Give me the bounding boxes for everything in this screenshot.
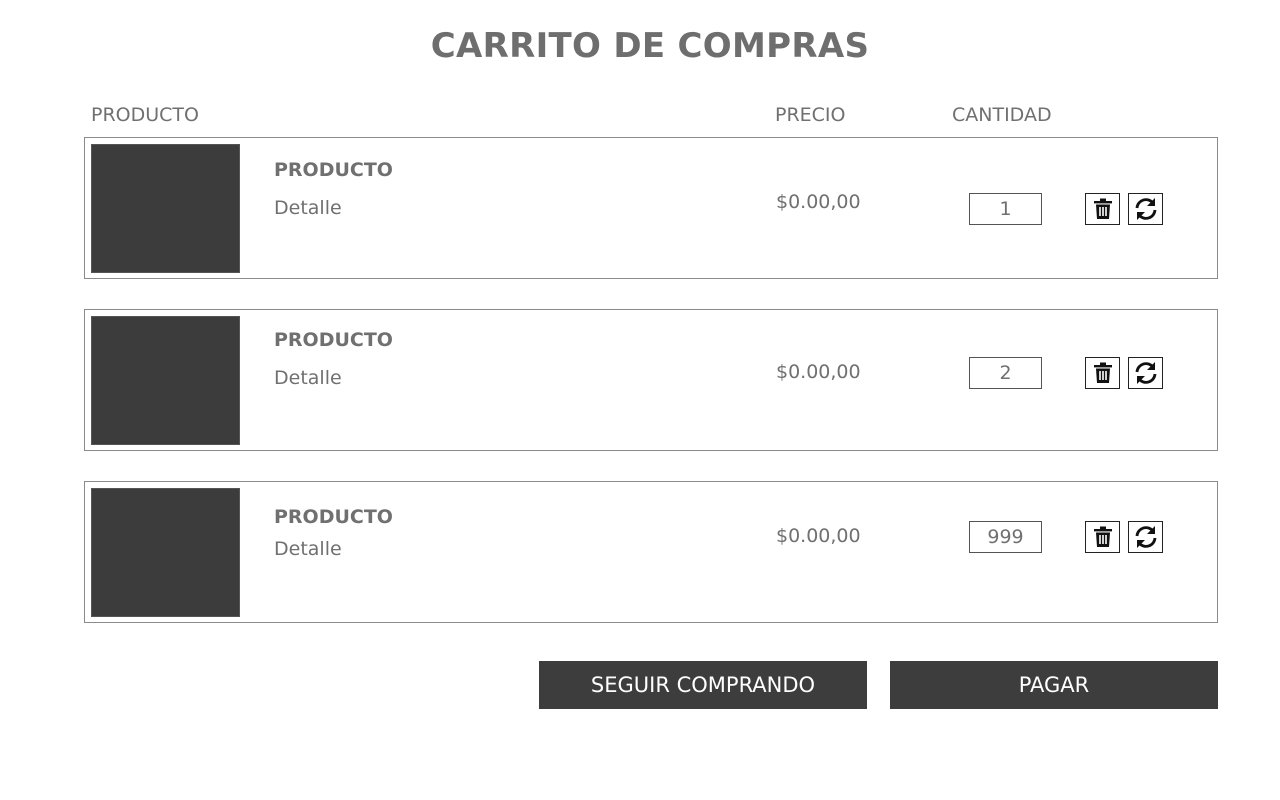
update-item-button[interactable]	[1128, 357, 1163, 389]
refresh-icon	[1135, 526, 1156, 548]
product-name: PRODUCTO	[274, 159, 393, 181]
column-header-price: PRECIO	[775, 104, 846, 126]
product-price: $0.00,00	[776, 361, 861, 383]
product-thumbnail	[91, 316, 240, 445]
cart-item: PRODUCTO Detalle $0.00,00	[84, 309, 1218, 451]
delete-item-button[interactable]	[1085, 521, 1120, 553]
refresh-icon	[1135, 362, 1156, 384]
delete-item-button[interactable]	[1085, 193, 1120, 225]
update-item-button[interactable]	[1128, 193, 1163, 225]
continue-shopping-button[interactable]: SEGUIR COMPRANDO	[539, 661, 867, 709]
quantity-input[interactable]	[969, 521, 1042, 553]
product-detail: Detalle	[274, 538, 342, 560]
cart-item: PRODUCTO Detalle $0.00,00	[84, 481, 1218, 623]
product-thumbnail	[91, 144, 240, 273]
quantity-input[interactable]	[969, 193, 1042, 225]
update-item-button[interactable]	[1128, 521, 1163, 553]
product-thumbnail	[91, 488, 240, 617]
column-header-product: PRODUCTO	[91, 104, 199, 126]
cart-page: CARRITO DE COMPRAS PRODUCTO PRECIO CANTI…	[0, 0, 1280, 800]
cart-item: PRODUCTO Detalle $0.00,00	[84, 137, 1218, 279]
trash-icon	[1093, 526, 1112, 547]
product-name: PRODUCTO	[274, 506, 393, 528]
product-price: $0.00,00	[776, 191, 861, 213]
quantity-input[interactable]	[969, 357, 1042, 389]
trash-icon	[1093, 198, 1112, 219]
product-price: $0.00,00	[776, 525, 861, 547]
delete-item-button[interactable]	[1085, 357, 1120, 389]
pay-button[interactable]: PAGAR	[890, 661, 1218, 709]
product-detail: Detalle	[274, 197, 342, 219]
product-name: PRODUCTO	[274, 329, 393, 351]
page-title: CARRITO DE COMPRAS	[430, 26, 870, 66]
product-detail: Detalle	[274, 367, 342, 389]
trash-icon	[1093, 362, 1112, 383]
column-header-quantity: CANTIDAD	[952, 104, 1052, 126]
refresh-icon	[1135, 198, 1156, 220]
